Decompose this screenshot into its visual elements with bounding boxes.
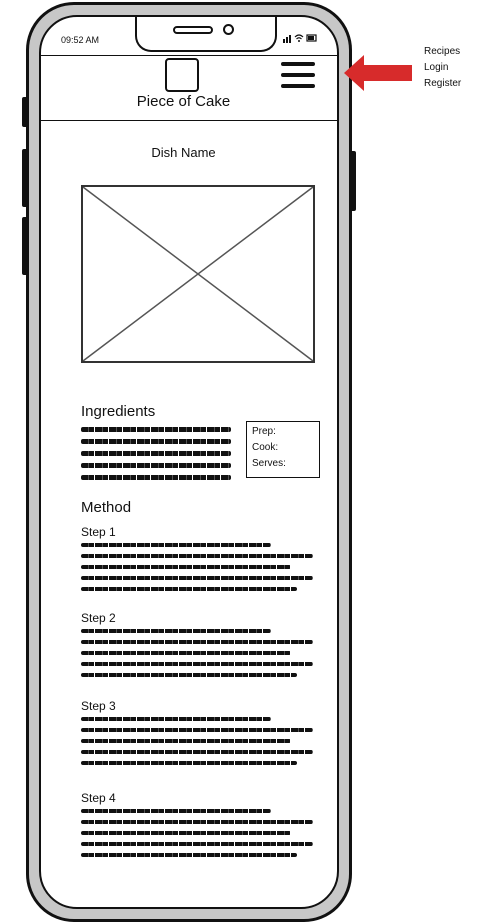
text-line xyxy=(81,761,297,765)
phone-volume-down-button xyxy=(22,217,28,275)
text-line xyxy=(81,750,313,754)
menu-annotation: Recipes Login Register xyxy=(424,44,461,92)
text-line xyxy=(81,587,297,591)
text-line xyxy=(81,543,271,547)
step-2-label: Step 2 xyxy=(81,611,116,625)
recipe-info-box: Prep: Cook: Serves: xyxy=(246,421,320,478)
phone-power-button xyxy=(350,151,356,211)
method-heading: Method xyxy=(81,499,132,516)
image-placeholder-icon xyxy=(82,186,314,362)
dish-name: Dish Name xyxy=(151,145,216,160)
ingredient-line xyxy=(81,427,231,432)
text-line xyxy=(81,853,297,857)
status-time: 09:52 AM xyxy=(61,35,100,45)
camera-icon xyxy=(223,24,234,35)
brand-title: Piece of Cake xyxy=(136,93,231,110)
status-icons xyxy=(283,33,317,45)
hamburger-menu-icon[interactable] xyxy=(281,62,315,90)
text-line xyxy=(81,842,313,846)
ingredient-line xyxy=(81,451,231,456)
ingredient-line xyxy=(81,463,231,468)
ingredient-line xyxy=(81,475,231,480)
text-line xyxy=(81,831,291,835)
speaker-icon xyxy=(173,26,213,34)
text-line xyxy=(81,651,291,655)
text-line xyxy=(81,739,291,743)
text-line xyxy=(81,576,313,580)
dish-image-placeholder xyxy=(81,185,315,363)
menu-item-register[interactable]: Register xyxy=(424,76,461,92)
text-line xyxy=(81,809,271,813)
callout-arrow-icon xyxy=(344,55,412,91)
text-line xyxy=(81,728,313,732)
text-line xyxy=(81,629,271,633)
step-1-label: Step 1 xyxy=(81,525,116,539)
ingredient-line xyxy=(81,439,231,444)
text-line xyxy=(81,662,313,666)
app-header: Piece of Cake xyxy=(41,55,337,121)
menu-item-recipes[interactable]: Recipes xyxy=(424,44,461,60)
serves-label: Serves: xyxy=(252,458,286,469)
menu-item-login[interactable]: Login xyxy=(424,60,461,76)
phone-screen: 09:52 AM Piece of Cake Dish Name Ingredi… xyxy=(39,15,339,909)
text-line xyxy=(81,717,271,721)
step-4-label: Step 4 xyxy=(81,791,116,805)
phone-frame: 09:52 AM Piece of Cake Dish Name Ingredi… xyxy=(22,2,356,922)
prep-label: Prep: xyxy=(252,426,276,437)
logo-placeholder[interactable] xyxy=(165,58,199,92)
text-line xyxy=(81,554,313,558)
ingredients-heading: Ingredients xyxy=(81,403,156,420)
text-line xyxy=(81,640,313,644)
step-3-label: Step 3 xyxy=(81,699,116,713)
text-line xyxy=(81,820,313,824)
phone-volume-up-button xyxy=(22,149,28,207)
signal-wifi-battery-icon xyxy=(283,34,317,43)
phone-side-button xyxy=(22,97,28,127)
text-line xyxy=(81,565,291,569)
phone-notch xyxy=(135,17,277,52)
cook-label: Cook: xyxy=(252,442,279,453)
text-line xyxy=(81,673,297,677)
